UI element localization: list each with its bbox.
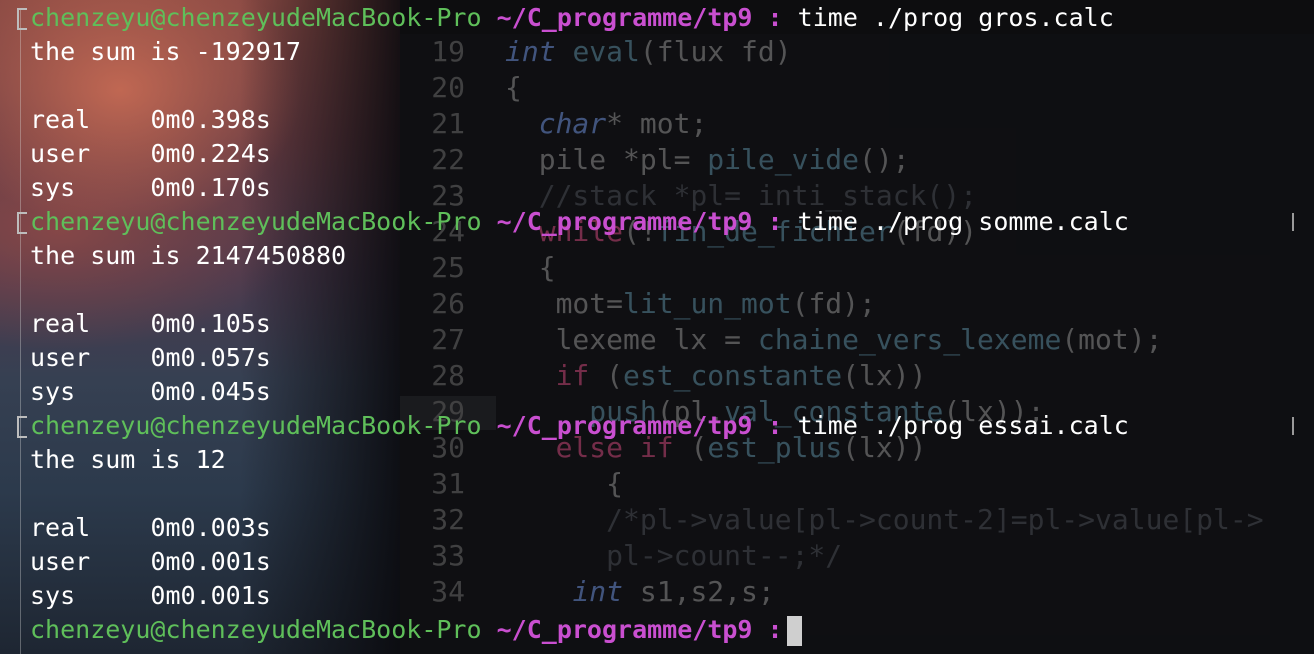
time-real-row: real 0m0.003s (30, 513, 271, 542)
time-sys-row: sys 0m0.170s (30, 173, 271, 202)
prompt-line: chenzeyu@chenzeyudeMacBook-Pro ~/C_progr… (30, 207, 1129, 236)
prompt-line: chenzeyu@chenzeyudeMacBook-Pro ~/C_progr… (30, 3, 1114, 32)
terminal-left-border (20, 10, 21, 654)
text-cursor (786, 616, 802, 646)
time-user-row: user 0m0.001s (30, 547, 271, 576)
time-user-row: user 0m0.224s (30, 139, 271, 168)
time-real-row: real 0m0.398s (30, 105, 271, 134)
program-output: the sum is 2147450880 (30, 241, 347, 270)
command-text: time ./prog somme.calc (797, 207, 1129, 236)
prompt-mark (17, 416, 27, 438)
line-marker (1292, 213, 1294, 231)
line-marker (1292, 417, 1294, 435)
active-prompt-line[interactable]: chenzeyu@chenzeyudeMacBook-Pro ~/C_progr… (30, 613, 802, 647)
time-real-row: real 0m0.105s (30, 309, 271, 338)
time-user-row: user 0m0.057s (30, 343, 271, 372)
program-output: the sum is 12 (30, 445, 226, 474)
program-output: the sum is -192917 (30, 37, 301, 66)
time-sys-row: sys 0m0.001s (30, 581, 271, 610)
prompt-path: ~/C_programme/tp9 (496, 3, 753, 32)
command-text: time ./prog essai.calc (797, 411, 1129, 440)
command-text: time ./prog gros.calc (797, 3, 1114, 32)
prompt-mark (17, 212, 27, 234)
prompt-user-host: chenzeyu@chenzeyudeMacBook-Pro (30, 3, 482, 32)
prompt-mark (17, 8, 27, 30)
prompt-line: chenzeyu@chenzeyudeMacBook-Pro ~/C_progr… (30, 411, 1129, 440)
terminal-window[interactable]: chenzeyu@chenzeyudeMacBook-Pro ~/C_progr… (0, 0, 1314, 654)
time-sys-row: sys 0m0.045s (30, 377, 271, 406)
